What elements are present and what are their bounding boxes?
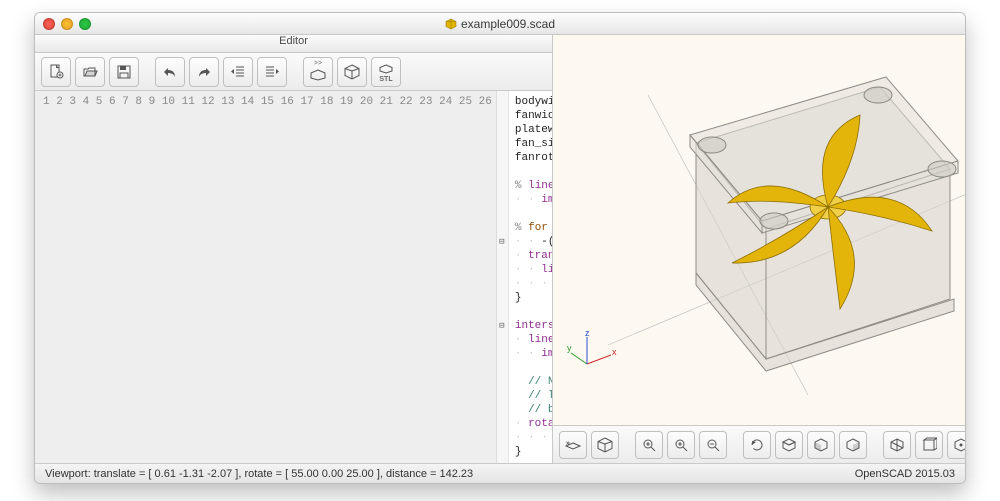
viewport-toolbar: » xyxy=(553,425,965,463)
titlebar: example009.scad xyxy=(35,13,965,35)
axis-gizmo: x y z xyxy=(567,329,617,379)
code-editor[interactable]: 1 2 3 4 5 6 7 8 9 10 11 12 13 14 15 16 1… xyxy=(35,91,552,463)
status-bar: Viewport: translate = [ 0.61 -1.31 -2.07… xyxy=(35,463,965,483)
fold-column[interactable]: ⊟⊟ xyxy=(497,91,509,463)
indent-button[interactable] xyxy=(257,57,287,87)
toggle-axes-button[interactable] xyxy=(947,431,965,459)
editor-pane: Editor >> STL xyxy=(35,35,553,463)
svg-text:y: y xyxy=(567,343,572,353)
stl-label: STL xyxy=(379,77,392,83)
zoom-in-button[interactable] xyxy=(667,431,695,459)
preview-icon[interactable]: » xyxy=(559,431,587,459)
editor-toolbar: >> STL xyxy=(35,53,552,91)
save-file-button[interactable] xyxy=(109,57,139,87)
app-icon xyxy=(445,18,457,30)
view-all-button[interactable] xyxy=(635,431,663,459)
svg-text:z: z xyxy=(585,329,590,338)
svg-text:x: x xyxy=(612,347,617,357)
new-file-button[interactable] xyxy=(41,57,71,87)
undo-button[interactable] xyxy=(155,57,185,87)
zoom-out-button[interactable] xyxy=(699,431,727,459)
window-title-text: example009.scad xyxy=(461,17,555,31)
perspective-button[interactable] xyxy=(883,431,911,459)
orthographic-button[interactable] xyxy=(915,431,943,459)
top-view-button[interactable] xyxy=(775,431,803,459)
open-file-button[interactable] xyxy=(75,57,105,87)
3d-viewport[interactable]: x y z xyxy=(553,35,965,425)
window-title: example009.scad xyxy=(35,17,965,31)
front-view-button[interactable] xyxy=(807,431,835,459)
status-version: OpenSCAD 2015.03 xyxy=(855,468,955,480)
app-window: example009.scad Editor >> xyxy=(34,12,966,484)
reset-view-button[interactable] xyxy=(743,431,771,459)
redo-button[interactable] xyxy=(189,57,219,87)
status-viewport-info: Viewport: translate = [ 0.61 -1.31 -2.07… xyxy=(45,468,473,480)
line-number-gutter: 1 2 3 4 5 6 7 8 9 10 11 12 13 14 15 16 1… xyxy=(35,91,497,463)
preview-button[interactable]: >> xyxy=(303,57,333,87)
render-button[interactable] xyxy=(337,57,367,87)
unindent-button[interactable] xyxy=(223,57,253,87)
render-icon[interactable] xyxy=(591,431,619,459)
export-stl-button[interactable]: STL xyxy=(371,57,401,87)
viewport-pane: x y z » xyxy=(553,35,965,463)
editor-pane-title: Editor xyxy=(35,35,552,53)
right-view-button[interactable] xyxy=(839,431,867,459)
code-content[interactable]: bodywidth = dxf_dim(file = "example009.d… xyxy=(509,91,552,463)
